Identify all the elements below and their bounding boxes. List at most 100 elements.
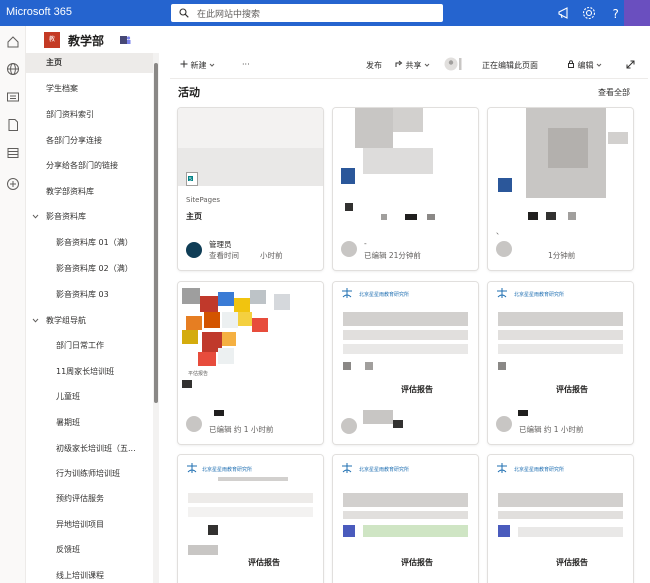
home-icon[interactable]	[6, 35, 20, 49]
org-logo-icon	[497, 288, 507, 298]
nav-item-label: 影音资料库 03	[56, 290, 109, 299]
activity-card[interactable]: 北京星星雨教育研究所 评估报告	[333, 282, 478, 444]
chevron-down-icon[interactable]	[32, 317, 39, 324]
edit-label: 编辑	[577, 61, 594, 70]
nav-item-remote-training[interactable]: 异地培训项目	[26, 515, 153, 535]
share-label: 共享	[405, 61, 422, 70]
author-avatar	[186, 416, 202, 432]
app-rail	[0, 26, 26, 583]
scrollbar-thumb[interactable]	[154, 63, 158, 403]
card-meta: 已编辑 21分钟前	[364, 251, 421, 260]
activity-card[interactable]: 北京星星雨教育研究所 评估报告 已编辑 约 1 小时前	[488, 282, 633, 444]
teams-icon[interactable]	[119, 34, 131, 46]
command-bar: 新建 ··· 发布 共享 正在编辑此页面 编辑	[170, 56, 648, 78]
doc-header: 北京星星雨教育研究所	[359, 292, 410, 298]
card-thumbnail	[178, 282, 323, 377]
search-icon	[179, 8, 189, 18]
activity-card[interactable]: - 已编辑 21分钟前	[333, 108, 478, 270]
nav-item-dept-share-links[interactable]: 各部门分享连接	[26, 131, 153, 151]
doc-header: 北京星星雨教育研究所	[514, 467, 565, 473]
nav-item-media-01[interactable]: 影音资料库 01（满）	[26, 233, 153, 253]
card-thumbnail	[333, 108, 478, 211]
chevron-down-icon[interactable]	[32, 213, 39, 220]
help-icon[interactable]: ?	[608, 5, 624, 21]
more-button[interactable]: ···	[242, 60, 250, 69]
app-launcher-brand[interactable]: Microsoft 365	[6, 6, 72, 18]
activity-card[interactable]: 北京星星雨教育研究所 评估报告	[178, 455, 323, 583]
org-logo-icon	[497, 463, 507, 473]
nav-item-links-for-depts[interactable]: 分享给各部门的链接	[26, 156, 153, 176]
card-title: 评估报告	[556, 385, 588, 394]
globe-icon[interactable]	[6, 62, 20, 76]
nav-item-label: 部门日常工作	[56, 341, 104, 350]
nav-item-label: 线上培训课程	[56, 571, 104, 580]
card-title: 评估报告	[401, 385, 433, 394]
user-avatar[interactable]	[624, 0, 650, 26]
megaphone-icon[interactable]	[556, 5, 572, 21]
card-time: 小时前	[260, 251, 283, 260]
activity-card[interactable]: S SitePages 主页 管理员 查看时间 小时前	[178, 108, 323, 270]
nav-item-daily-work[interactable]: 部门日常工作	[26, 336, 153, 356]
nav-item-label: 暑期班	[56, 418, 80, 427]
card-thumbnail: 北京星星雨教育研究所	[333, 282, 478, 377]
card-thumbnail	[178, 108, 323, 186]
nav-item-junior-parent-training[interactable]: 初级家长培训班（五...	[26, 439, 153, 459]
nav-group-media-library[interactable]: 影音资料库	[26, 207, 153, 227]
activity-card[interactable]: 北京星星雨教育研究所 评估报告	[488, 455, 633, 583]
nav-item-label: 教学部资料库	[46, 187, 94, 196]
plus-icon	[180, 60, 188, 68]
document-icon[interactable]	[6, 118, 20, 132]
nav-item-summer-class[interactable]: 暑期班	[26, 413, 153, 433]
activity-heading: 活动	[178, 86, 200, 99]
nav-item-behavior-trainer[interactable]: 行为训练师培训班	[26, 464, 153, 484]
nav-item-dept-index[interactable]: 部门资料索引	[26, 105, 153, 125]
new-label: 新建	[190, 61, 207, 70]
nav-item-label: 影音资料库 01（满）	[56, 238, 133, 247]
search-box[interactable]: 在此网站中搜索	[171, 4, 443, 22]
doc-header: 北京星星雨教育研究所	[514, 292, 565, 298]
nav-item-teaching-library[interactable]: 教学部资料库	[26, 182, 153, 202]
expand-button[interactable]	[626, 60, 635, 71]
lock-icon	[568, 60, 574, 68]
nav-item-media-02[interactable]: 影音资料库 02（满）	[26, 259, 153, 279]
doc-header: 北京星星雨教育研究所	[359, 467, 410, 473]
card-title: 评估报告	[401, 558, 433, 567]
activity-card[interactable]: 北京星星雨教育研究所 评估报告	[333, 455, 478, 583]
news-icon[interactable]	[6, 90, 20, 104]
nav-item-home[interactable]: 主页	[26, 53, 153, 73]
new-button[interactable]: 新建	[180, 60, 215, 71]
card-thumbnail: 北京星星雨教育研究所	[488, 282, 633, 377]
activity-card[interactable]: 、 1分钟前	[488, 108, 633, 270]
nav-group-teaching-nav[interactable]: 教学组导航	[26, 311, 153, 331]
share-button[interactable]: 共享	[395, 60, 430, 71]
chevron-down-icon	[424, 63, 430, 67]
nav-item-feedback-class[interactable]: 反馈班	[26, 540, 153, 560]
list-icon[interactable]	[6, 146, 20, 160]
nav-item-children-class[interactable]: 儿童班	[26, 387, 153, 407]
nav-item-label: 行为训练师培训班	[56, 469, 120, 478]
nav-item-online-courses[interactable]: 线上培训课程	[26, 566, 153, 583]
site-logo[interactable]: 教	[44, 32, 60, 48]
site-navigation: 主页 学生档案 部门资料索引 各部门分享连接 分享给各部门的链接 教学部资料库 …	[26, 53, 153, 583]
share-icon	[395, 60, 403, 67]
edit-button[interactable]: 编辑	[567, 60, 602, 71]
nav-scrollbar[interactable]	[153, 53, 159, 583]
search-placeholder: 在此网站中搜索	[197, 10, 261, 20]
gear-icon[interactable]	[581, 5, 597, 21]
create-icon[interactable]	[6, 177, 20, 191]
doc-label: 平估报告	[188, 371, 209, 377]
see-all-link[interactable]: 查看全部	[598, 87, 630, 98]
activity-card[interactable]: 平估报告 已编辑 约 1 小时前	[178, 282, 323, 444]
nav-item-label: 预约评估服务	[56, 494, 104, 503]
site-title[interactable]: 教学部	[68, 32, 104, 49]
nav-item-media-03[interactable]: 影音资料库 03	[26, 285, 153, 305]
nav-item-parent-training-11wk[interactable]: 11周家长培训班	[26, 362, 153, 382]
card-title: 评估报告	[556, 558, 588, 567]
author-avatar	[496, 416, 512, 432]
card-author: 、	[496, 227, 504, 236]
publish-button[interactable]: 发布	[366, 60, 382, 71]
nav-item-assessment-booking[interactable]: 预约评估服务	[26, 489, 153, 509]
command-bar-divider	[170, 78, 648, 79]
editor-avatars[interactable]	[444, 57, 462, 73]
nav-item-student-files[interactable]: 学生档案	[26, 79, 153, 99]
